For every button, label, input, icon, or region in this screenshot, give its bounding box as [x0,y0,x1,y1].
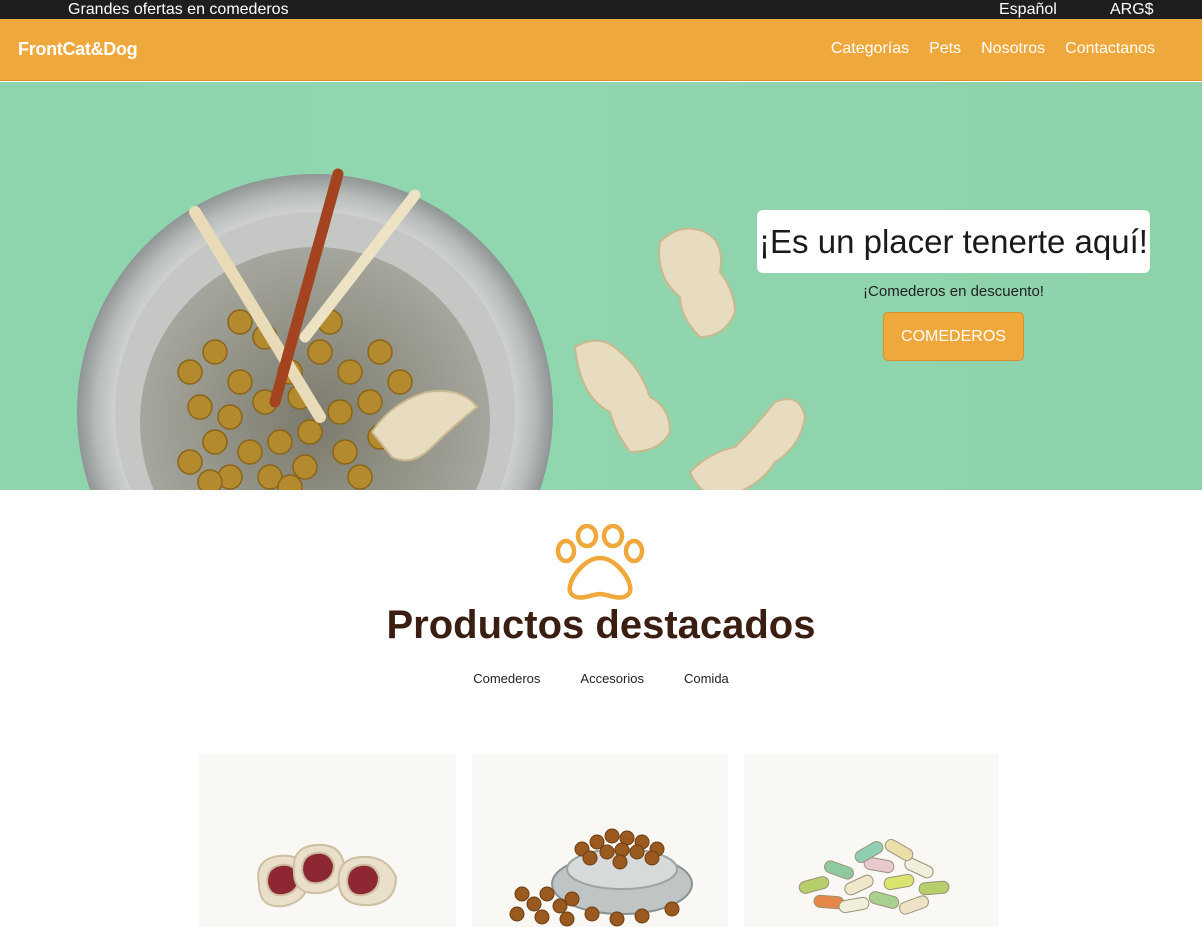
comederos-button[interactable]: COMEDEROS [883,312,1024,361]
nav-link-contactanos[interactable]: Contactanos [1065,40,1155,58]
product-card[interactable] [199,754,456,927]
main-navbar: FrontCat&Dog Categorías Pets Nosotros Co… [0,19,1202,81]
product-card[interactable] [472,754,728,927]
nav-link-nosotros[interactable]: Nosotros [981,40,1045,58]
paw-icon [555,524,645,600]
product-image-cookies [798,839,950,915]
promo-text: Grandes ofertas en comederos [68,1,289,18]
nav-link-categorias[interactable]: Categorías [831,40,909,58]
nav-link-pets[interactable]: Pets [929,40,961,58]
hero-title: ¡Es un placer tenerte aquí! [757,210,1150,273]
filter-comederos[interactable]: Comederos [473,671,540,686]
currency-selector[interactable]: ARG$ [1110,0,1154,19]
brand-logo[interactable]: FrontCat&Dog [18,39,138,60]
language-selector[interactable]: Español [999,0,1057,19]
filter-comida[interactable]: Comida [684,671,729,686]
hero-subtitle: ¡Comederos en descuento! [863,283,1044,300]
category-filters: Comederos Accesorios Comida [0,671,1202,686]
product-card[interactable] [744,754,999,927]
product-image-food-bowl [509,828,693,927]
product-image-treats [257,843,398,908]
section-title: Productos destacados [386,603,816,647]
hero-banner: ¡Es un placer tenerte aquí! ¡Comederos e… [0,82,1202,490]
top-bar: Grandes ofertas en comederos Español ARG… [0,0,1202,19]
nav-links: Categorías Pets Nosotros Contactanos [831,40,1155,58]
filter-accesorios[interactable]: Accesorios [580,671,644,686]
